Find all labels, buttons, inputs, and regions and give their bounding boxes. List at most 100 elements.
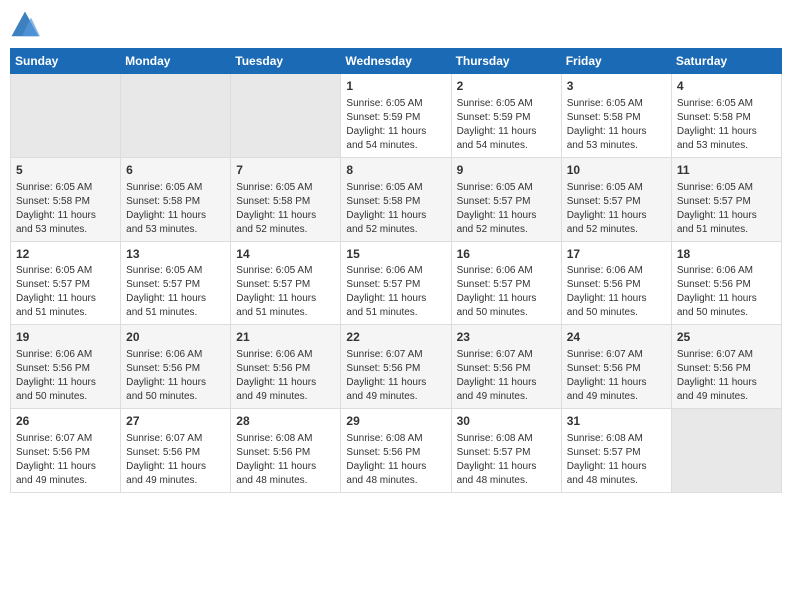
calendar-cell: 13Sunrise: 6:05 AM Sunset: 5:57 PM Dayli… (121, 241, 231, 325)
logo (10, 10, 44, 40)
calendar-week-row: 5 Sunrise: 6:05 AM Sunset: 5:58 PM Daylig… (11, 157, 782, 241)
calendar-cell: 5 Sunrise: 6:05 AM Sunset: 5:58 PM Daylig… (11, 157, 121, 241)
weekday-header: Sunday (11, 49, 121, 74)
day-number: 27 (126, 413, 225, 430)
day-info: Sunrise: 6:05 AM Sunset: 5:58 PM Dayligh… (236, 181, 335, 237)
day-info: Sunrise: 6:07 AM Sunset: 5:56 PM Dayligh… (126, 432, 225, 488)
day-number: 11 (677, 162, 776, 179)
day-info: Sunrise: 6:06 AM Sunset: 5:57 PM Dayligh… (346, 264, 445, 320)
calendar-cell: 7 Sunrise: 6:05 AM Sunset: 5:58 PM Daylig… (231, 157, 341, 241)
calendar-cell: 15Sunrise: 6:06 AM Sunset: 5:57 PM Dayli… (341, 241, 451, 325)
day-info: Sunrise: 6:05 AM Sunset: 5:58 PM Dayligh… (567, 97, 666, 153)
day-info: Sunrise: 6:05 AM Sunset: 5:58 PM Dayligh… (126, 181, 225, 237)
calendar-cell (121, 74, 231, 158)
calendar-cell: 19Sunrise: 6:06 AM Sunset: 5:56 PM Dayli… (11, 325, 121, 409)
day-info: Sunrise: 6:05 AM Sunset: 5:59 PM Dayligh… (457, 97, 556, 153)
day-number: 7 (236, 162, 335, 179)
calendar-week-row: 19Sunrise: 6:06 AM Sunset: 5:56 PM Dayli… (11, 325, 782, 409)
day-number: 4 (677, 78, 776, 95)
calendar-cell: 31Sunrise: 6:08 AM Sunset: 5:57 PM Dayli… (561, 409, 671, 493)
calendar-cell: 8 Sunrise: 6:05 AM Sunset: 5:58 PM Daylig… (341, 157, 451, 241)
calendar-cell: 9Sunrise: 6:05 AM Sunset: 5:57 PM Daylig… (451, 157, 561, 241)
day-info: Sunrise: 6:05 AM Sunset: 5:57 PM Dayligh… (677, 181, 776, 237)
day-info: Sunrise: 6:07 AM Sunset: 5:56 PM Dayligh… (567, 348, 666, 404)
day-info: Sunrise: 6:05 AM Sunset: 5:59 PM Dayligh… (346, 97, 445, 153)
weekday-header: Saturday (671, 49, 781, 74)
calendar-table: SundayMondayTuesdayWednesdayThursdayFrid… (10, 48, 782, 493)
day-info: Sunrise: 6:08 AM Sunset: 5:56 PM Dayligh… (346, 432, 445, 488)
weekday-header: Friday (561, 49, 671, 74)
calendar-cell: 29 Sunrise: 6:08 AM Sunset: 5:56 PM Dayli… (341, 409, 451, 493)
calendar-cell: 26 Sunrise: 6:07 AM Sunset: 5:56 PM Dayli… (11, 409, 121, 493)
day-number: 22 (346, 329, 445, 346)
calendar-cell: 14Sunrise: 6:05 AM Sunset: 5:57 PM Dayli… (231, 241, 341, 325)
day-info: Sunrise: 6:06 AM Sunset: 5:57 PM Dayligh… (457, 264, 556, 320)
calendar-cell: 21Sunrise: 6:06 AM Sunset: 5:56 PM Dayli… (231, 325, 341, 409)
calendar-cell: 30Sunrise: 6:08 AM Sunset: 5:57 PM Dayli… (451, 409, 561, 493)
day-info: Sunrise: 6:06 AM Sunset: 5:56 PM Dayligh… (16, 348, 115, 404)
day-number: 10 (567, 162, 666, 179)
day-info: Sunrise: 6:07 AM Sunset: 5:56 PM Dayligh… (346, 348, 445, 404)
page-header (10, 10, 782, 40)
calendar-cell: 12Sunrise: 6:05 AM Sunset: 5:57 PM Dayli… (11, 241, 121, 325)
weekday-header: Monday (121, 49, 231, 74)
day-number: 30 (457, 413, 556, 430)
day-number: 20 (126, 329, 225, 346)
calendar-cell: 2Sunrise: 6:05 AM Sunset: 5:59 PM Daylig… (451, 74, 561, 158)
day-info: Sunrise: 6:06 AM Sunset: 5:56 PM Dayligh… (677, 264, 776, 320)
day-number: 3 (567, 78, 666, 95)
day-number: 25 (677, 329, 776, 346)
day-number: 26 (16, 413, 115, 430)
logo-icon (10, 10, 40, 40)
weekday-header-row: SundayMondayTuesdayWednesdayThursdayFrid… (11, 49, 782, 74)
day-number: 15 (346, 246, 445, 263)
weekday-header: Wednesday (341, 49, 451, 74)
day-info: Sunrise: 6:07 AM Sunset: 5:56 PM Dayligh… (677, 348, 776, 404)
calendar-cell: 27 Sunrise: 6:07 AM Sunset: 5:56 PM Dayli… (121, 409, 231, 493)
calendar-week-row: 12 Sunrise: 6:05 AM Sunset: 5:57 PM Dayli… (11, 241, 782, 325)
day-number: 6 (126, 162, 225, 179)
calendar-cell (11, 74, 121, 158)
day-info: Sunrise: 6:05 AM Sunset: 5:58 PM Dayligh… (677, 97, 776, 153)
calendar-cell: 16Sunrise: 6:06 AM Sunset: 5:57 PM Dayli… (451, 241, 561, 325)
day-number: 13 (126, 246, 225, 263)
day-number: 12 (16, 246, 115, 263)
day-number: 24 (567, 329, 666, 346)
day-info: Sunrise: 6:07 AM Sunset: 5:56 PM Dayligh… (16, 432, 115, 488)
calendar-cell: 20 Sunrise: 6:06 AM Sunset: 5:56 PM Dayli… (121, 325, 231, 409)
day-info: Sunrise: 6:05 AM Sunset: 5:57 PM Dayligh… (236, 264, 335, 320)
calendar-cell (231, 74, 341, 158)
calendar-week-row: 1 Sunrise: 6:05 AM Sunset: 5:59 PM Daylig… (11, 74, 782, 158)
calendar-cell: 11 Sunrise: 6:05 AM Sunset: 5:57 PM Dayli… (671, 157, 781, 241)
calendar-cell: 4 Sunrise: 6:05 AM Sunset: 5:58 PM Daylig… (671, 74, 781, 158)
day-info: Sunrise: 6:07 AM Sunset: 5:56 PM Dayligh… (457, 348, 556, 404)
calendar-cell: 22 Sunrise: 6:07 AM Sunset: 5:56 PM Dayli… (341, 325, 451, 409)
calendar-cell: 17Sunrise: 6:06 AM Sunset: 5:56 PM Dayli… (561, 241, 671, 325)
calendar-cell: 18Sunrise: 6:06 AM Sunset: 5:56 PM Dayli… (671, 241, 781, 325)
day-number: 28 (236, 413, 335, 430)
day-info: Sunrise: 6:06 AM Sunset: 5:56 PM Dayligh… (236, 348, 335, 404)
day-info: Sunrise: 6:06 AM Sunset: 5:56 PM Dayligh… (567, 264, 666, 320)
day-number: 14 (236, 246, 335, 263)
day-info: Sunrise: 6:08 AM Sunset: 5:57 PM Dayligh… (567, 432, 666, 488)
calendar-cell: 6 Sunrise: 6:05 AM Sunset: 5:58 PM Daylig… (121, 157, 231, 241)
day-number: 5 (16, 162, 115, 179)
day-info: Sunrise: 6:08 AM Sunset: 5:56 PM Dayligh… (236, 432, 335, 488)
calendar-cell: 1 Sunrise: 6:05 AM Sunset: 5:59 PM Daylig… (341, 74, 451, 158)
calendar-cell: 25 Sunrise: 6:07 AM Sunset: 5:56 PM Dayli… (671, 325, 781, 409)
day-number: 8 (346, 162, 445, 179)
day-number: 29 (346, 413, 445, 430)
calendar-week-row: 26 Sunrise: 6:07 AM Sunset: 5:56 PM Dayli… (11, 409, 782, 493)
calendar-cell: 3 Sunrise: 6:05 AM Sunset: 5:58 PM Daylig… (561, 74, 671, 158)
day-info: Sunrise: 6:05 AM Sunset: 5:58 PM Dayligh… (346, 181, 445, 237)
day-number: 23 (457, 329, 556, 346)
day-number: 9 (457, 162, 556, 179)
day-number: 1 (346, 78, 445, 95)
day-number: 17 (567, 246, 666, 263)
day-info: Sunrise: 6:06 AM Sunset: 5:56 PM Dayligh… (126, 348, 225, 404)
day-info: Sunrise: 6:05 AM Sunset: 5:58 PM Dayligh… (16, 181, 115, 237)
weekday-header: Tuesday (231, 49, 341, 74)
day-info: Sunrise: 6:05 AM Sunset: 5:57 PM Dayligh… (126, 264, 225, 320)
weekday-header: Thursday (451, 49, 561, 74)
calendar-cell (671, 409, 781, 493)
